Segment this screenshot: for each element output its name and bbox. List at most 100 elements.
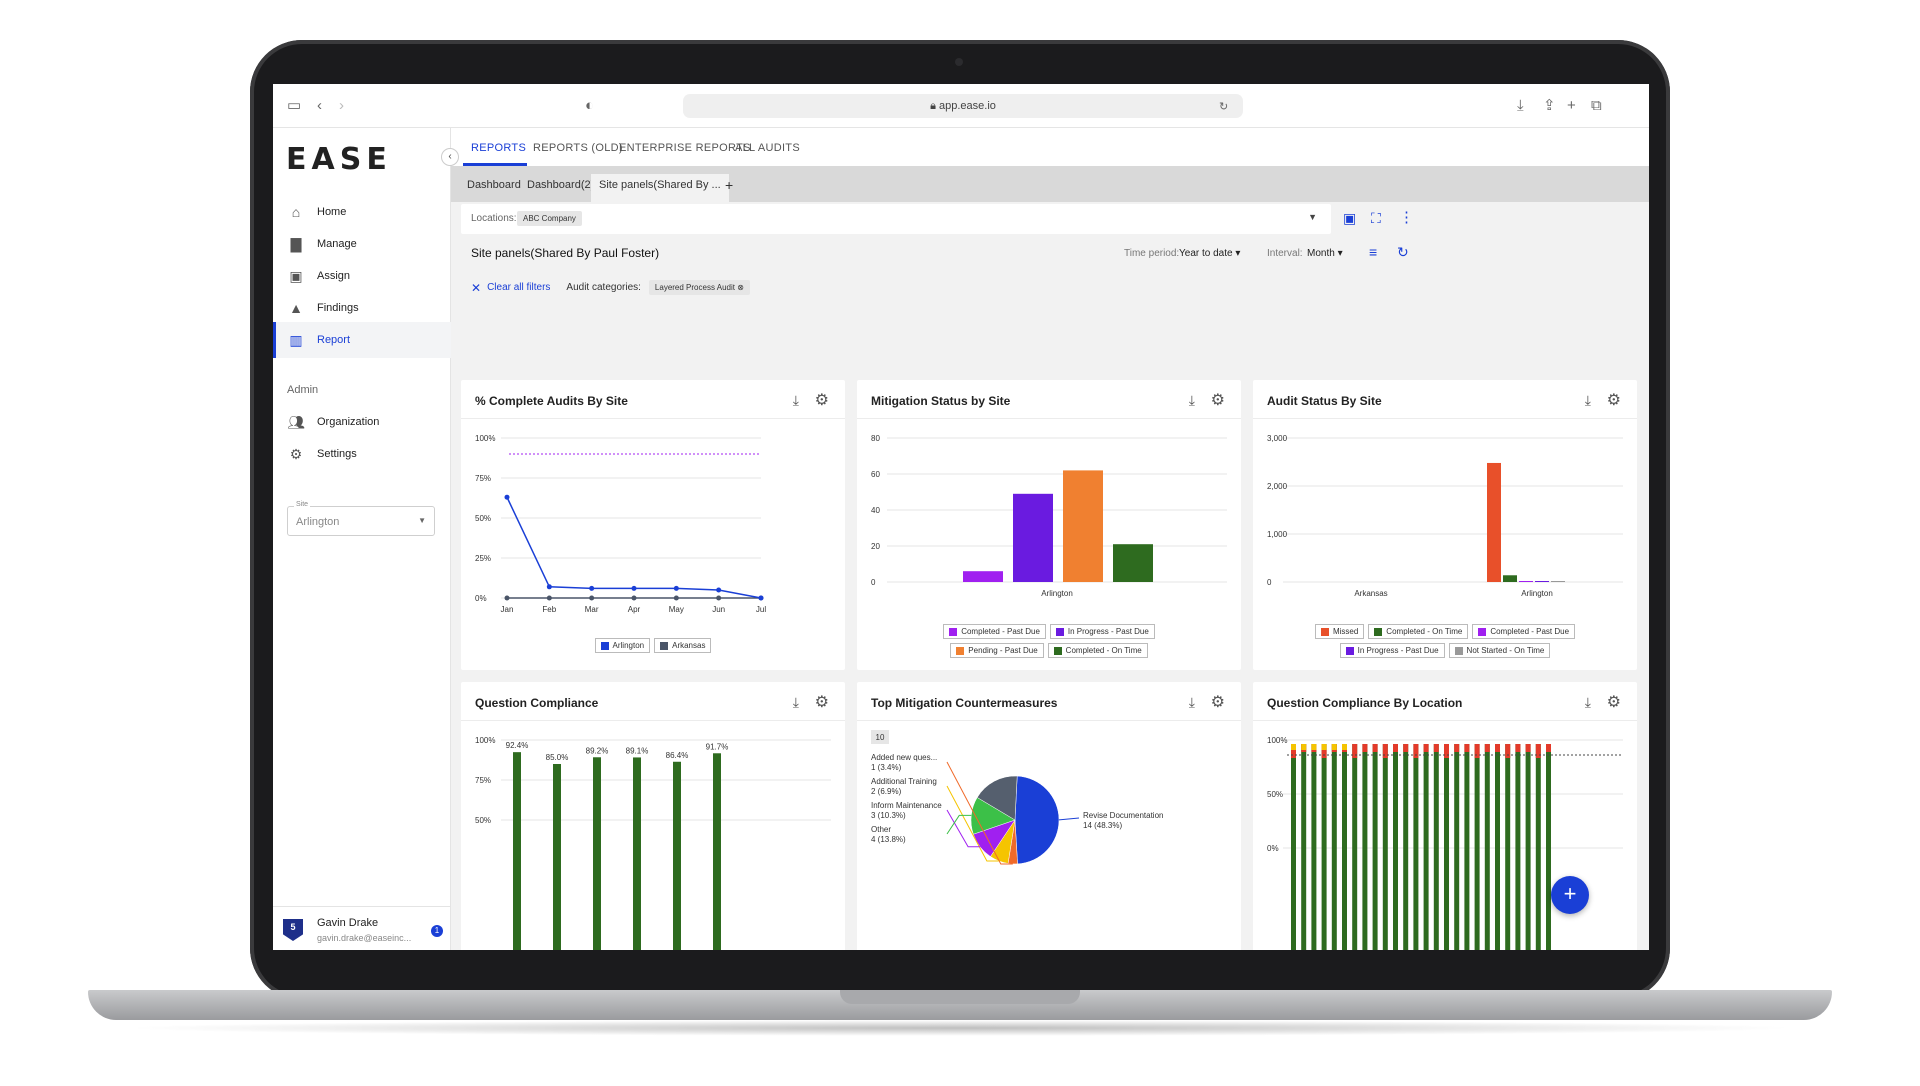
legend-item[interactable]: Not Started - On Time	[1448, 643, 1551, 658]
compliance-bar-red	[1382, 744, 1388, 758]
sidebar-toggle-icon[interactable]: ▭	[287, 97, 301, 115]
sidebar-item-organization[interactable]: 👥︎ Organization	[273, 404, 451, 440]
gear-icon[interactable]: ⚙	[815, 390, 829, 410]
locations-filter[interactable]: Locations: ABC Company ▼	[461, 204, 1331, 234]
compliance-bar-red	[1454, 744, 1460, 752]
sidebar-item-home[interactable]: ⌂ Home	[273, 194, 451, 230]
legend-item-arlington[interactable]: Arlington	[594, 638, 651, 653]
compliance-bar	[553, 764, 561, 950]
ease-logo[interactable]: EASE	[286, 142, 392, 177]
tabs-overview-icon[interactable]: ⧉	[1591, 97, 1602, 115]
bar-not-started-on-time	[1551, 581, 1565, 582]
interval-value: Month	[1307, 248, 1335, 259]
legend-item[interactable]: Missed	[1314, 624, 1365, 639]
data-label: 86.4%	[666, 751, 689, 760]
audit-category-chip-label: Layered Process Audit	[654, 283, 735, 292]
laptop-shadow	[120, 1020, 1800, 1036]
forward-icon[interactable]: ›	[339, 97, 344, 115]
location-chip[interactable]: ABC Company	[517, 211, 582, 226]
user-profile[interactable]: 5 Gavin Drake gavin.drake@easeinc... 1	[273, 906, 451, 950]
data-point	[716, 595, 722, 601]
back-icon[interactable]: ‹	[317, 97, 322, 115]
legend-item[interactable]: Completed - Past Due	[1472, 624, 1576, 639]
add-dashboard-button[interactable]: +	[717, 174, 741, 202]
sidebar-item-report[interactable]: ▥ Report	[273, 322, 451, 358]
data-point	[589, 595, 595, 601]
filter-icon[interactable]: ≡	[1369, 244, 1377, 260]
sidebar-item-assign[interactable]: ▣ Assign	[273, 258, 451, 294]
tab-reports[interactable]: REPORTS	[471, 142, 526, 154]
legend-item[interactable]: In Progress - Past Due	[1049, 624, 1155, 639]
report-title: Site panels(Shared By Paul Foster)	[471, 246, 660, 260]
close-icon[interactable]: ✕	[471, 281, 481, 295]
legend-item[interactable]: Completed - On Time	[1047, 643, 1148, 658]
compliance-bar-red	[1546, 744, 1551, 752]
data-point	[673, 585, 679, 591]
tab-all-audits[interactable]: ALL AUDITS	[735, 142, 800, 154]
data-label: 92.4%	[506, 741, 529, 750]
chevron-down-icon[interactable]: ▼	[1308, 212, 1317, 222]
collapse-sidebar-button[interactable]: ‹	[441, 148, 459, 166]
remove-chip-icon[interactable]: ⊗	[737, 283, 744, 292]
address-bar[interactable]: 🔒︎ app.ease.io	[683, 94, 1243, 118]
clear-filters-link[interactable]: Clear all filters	[487, 282, 550, 293]
gear-icon[interactable]: ⚙	[1607, 692, 1621, 712]
legend-item[interactable]: In Progress - Past Due	[1339, 643, 1445, 658]
compliance-bar-red	[1515, 744, 1521, 752]
fullscreen-icon[interactable]: ⛶	[1371, 210, 1381, 227]
refresh-icon[interactable]: ↻	[1397, 244, 1409, 261]
download-icon[interactable]: ⤓	[1585, 392, 1591, 409]
gear-icon[interactable]: ⚙	[1607, 390, 1621, 410]
download-icon[interactable]: ⤓	[1189, 694, 1195, 711]
compliance-bar-yellow	[1311, 744, 1317, 750]
legend-item-arkansas[interactable]: Arkansas	[654, 638, 712, 653]
legend-item[interactable]: Completed - Past Due	[943, 624, 1046, 639]
legend-item[interactable]: Pending - Past Due	[950, 643, 1044, 658]
share-icon[interactable]: ⇪	[1543, 97, 1556, 115]
gear-icon[interactable]: ⚙	[1211, 390, 1225, 410]
add-floating-button[interactable]: +	[1551, 876, 1589, 914]
compliance-bar-red	[1352, 744, 1358, 758]
gear-icon[interactable]: ⚙	[815, 692, 829, 712]
bar-chart: 80 60 40 20 0 Arlington	[871, 434, 1227, 598]
gear-icon[interactable]: ⚙	[1211, 692, 1225, 712]
privacy-shield-icon[interactable]: ◐	[585, 97, 594, 115]
download-icon[interactable]: ⤓	[793, 694, 799, 711]
reload-icon[interactable]: ↻	[1219, 98, 1228, 116]
sidebar-item-manage[interactable]: ▇ Manage	[273, 226, 451, 262]
download-icon[interactable]: ⤓	[793, 392, 799, 409]
dashboard-tabs: Dashboard Dashboard(2) Site panels(Share…	[451, 166, 1649, 202]
pie-value: 4 (13.8%)	[871, 835, 906, 844]
time-period-select[interactable]: Year to date ▾	[1179, 248, 1240, 259]
y-tick-label: 50%	[1267, 790, 1283, 799]
audit-category-chip[interactable]: Layered Process Audit ⊗	[648, 280, 750, 295]
legend-label: Missed	[1332, 627, 1359, 636]
site-select[interactable]: Site Arlington ▼	[287, 501, 435, 536]
warning-icon: ▲	[289, 300, 303, 316]
series-line-arlington	[506, 496, 762, 599]
y-tick-label: 0%	[1267, 844, 1279, 853]
panel-divider	[1253, 418, 1637, 419]
tab-reports-old[interactable]: REPORTS (OLD)	[533, 142, 623, 154]
sidebar-item-settings[interactable]: ⚙ Settings	[273, 436, 451, 472]
compliance-bar-red	[1444, 744, 1449, 758]
more-vert-icon[interactable]: ⋮	[1399, 208, 1414, 226]
notification-badge[interactable]: 1	[431, 925, 443, 937]
subtab-site-panels[interactable]: Site panels(Shared By ...	[591, 174, 729, 202]
bar-in-progress-past-due	[1535, 581, 1549, 582]
legend-item[interactable]: Completed - On Time	[1368, 624, 1469, 639]
new-tab-icon[interactable]: +	[1567, 97, 1576, 115]
bar-completed-on-time	[1503, 575, 1517, 582]
interval-select[interactable]: Month ▾	[1307, 248, 1343, 259]
download-icon[interactable]: ⤓	[1189, 392, 1195, 409]
pie-value: 2 (6.9%)	[871, 787, 902, 796]
x-tick-label: Arlington	[1521, 589, 1553, 598]
feedback-icon[interactable]: ▣	[1343, 210, 1356, 227]
download-icon[interactable]: ⤓	[1585, 694, 1591, 711]
sidebar-item-findings[interactable]: ▲ Findings	[273, 290, 451, 326]
subtab-dashboard-2[interactable]: Dashboard(2)	[519, 174, 602, 202]
x-tick-label: Jan	[501, 605, 514, 614]
tab-enterprise-reports[interactable]: ENTERPRISE REPORTS	[619, 142, 751, 154]
download-icon[interactable]: ⤓	[1517, 97, 1524, 115]
panel-title: % Complete Audits By Site	[475, 394, 628, 408]
